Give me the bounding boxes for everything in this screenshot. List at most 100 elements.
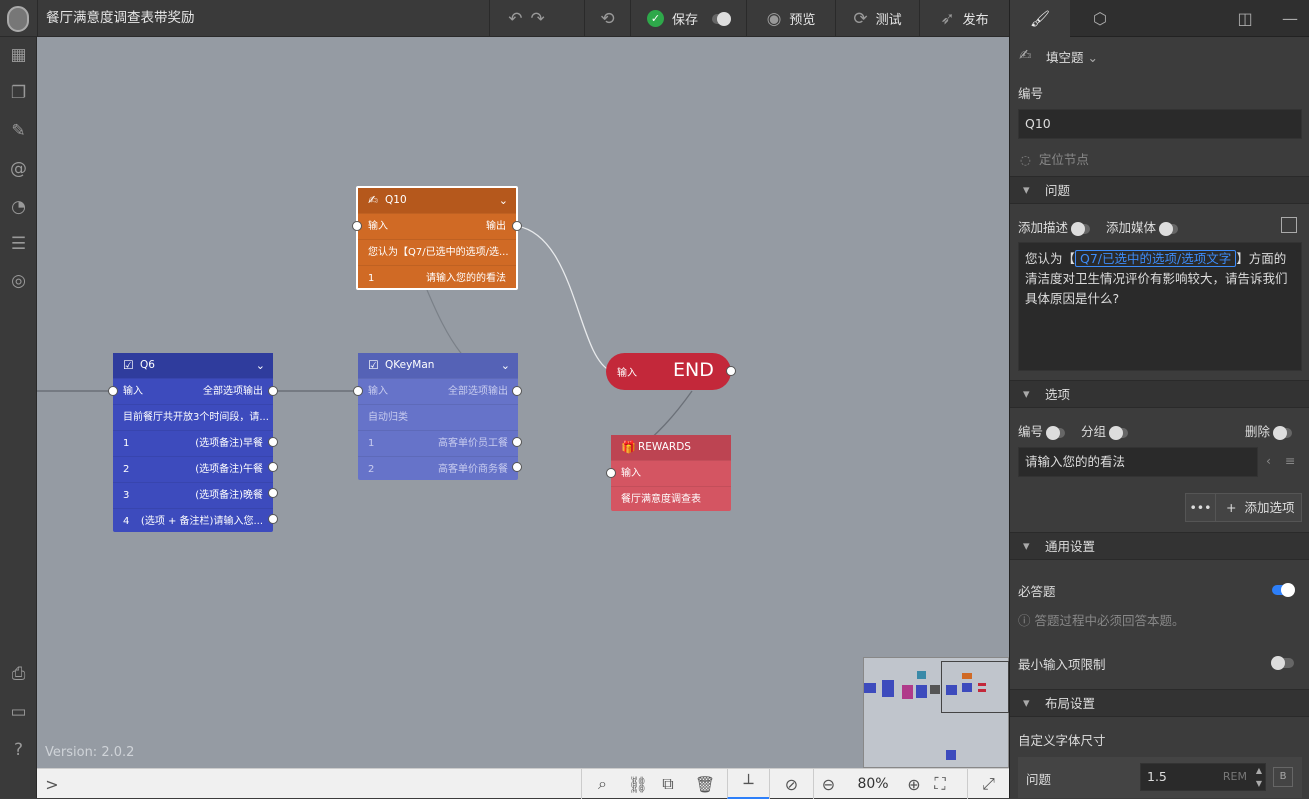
align-icon[interactable]: ┴	[727, 769, 769, 799]
node-rewards[interactable]: 🎁 REWARDS 输入 餐厅满意度调查表	[611, 435, 731, 511]
node-header[interactable]: ✍ Q10 ⌄	[358, 188, 516, 213]
output-port[interactable]	[726, 366, 736, 376]
minimap-viewport[interactable]	[941, 661, 1009, 713]
expand-button[interactable]: >	[37, 769, 67, 799]
save-button[interactable]: ✓ 保存	[630, 0, 746, 37]
redo-icon[interactable]: ↷	[531, 9, 545, 29]
checkbox-icon: ☑	[123, 358, 134, 372]
eyedropper-icon[interactable]: ✎	[0, 121, 37, 141]
chevron-down-icon[interactable]: ⌄	[501, 353, 510, 378]
node-end[interactable]: 输入 END	[606, 353, 731, 390]
number-input[interactable]: Q10	[1018, 109, 1302, 139]
menu-icon[interactable]: ≡	[1285, 453, 1295, 468]
required-toggle[interactable]	[1272, 581, 1295, 597]
bold-toggle[interactable]: B	[1273, 767, 1293, 787]
node-header[interactable]: ☑ Q6 ⌄	[113, 353, 273, 378]
toggle-switch[interactable]	[1159, 221, 1178, 236]
text-align-icon[interactable]: ☰	[0, 234, 37, 254]
input-port[interactable]	[606, 468, 616, 478]
output-port[interactable]	[512, 221, 522, 231]
fullscreen-icon[interactable]: ⤢	[967, 769, 1009, 799]
preview-button[interactable]: ◉ 预览	[746, 0, 835, 37]
zoom-in-icon[interactable]: ⊕	[901, 769, 927, 799]
grid-icon[interactable]: ▦	[0, 45, 37, 65]
search-icon[interactable]: ⌕	[581, 769, 623, 799]
rewards-text: 餐厅满意度调查表	[621, 494, 701, 505]
option-port[interactable]	[512, 437, 522, 447]
publish-button[interactable]: ➶ 发布	[919, 0, 1009, 37]
toggle-switch[interactable]	[1272, 582, 1295, 597]
fit-screen-icon[interactable]: ⛶	[927, 769, 953, 799]
section-layout[interactable]: 布局设置	[1010, 689, 1309, 718]
more-icon[interactable]: •••	[1186, 494, 1216, 521]
flow-canvas[interactable]: ✍ Q10 ⌄ 输入 输出 您认为【Q7/已选中的选项/选... 1 请输入您的的看…	[37, 37, 1009, 768]
chevron-down-icon[interactable]: ⌄	[256, 353, 265, 378]
option-port[interactable]	[268, 488, 278, 498]
folder-icon[interactable]: ▭	[0, 702, 37, 722]
info-icon: ⓘ	[1018, 613, 1031, 628]
brain-icon[interactable]: ◎	[0, 271, 37, 291]
brush-icon[interactable]: 🖌	[1010, 0, 1070, 37]
layers-icon[interactable]: ❐	[0, 83, 37, 103]
add-media-toggle[interactable]: 添加媒体	[1106, 217, 1178, 236]
copy-icon[interactable]: ⧉	[653, 769, 683, 799]
undo-icon[interactable]: ↶	[508, 9, 522, 29]
node-q6[interactable]: ☑ Q6 ⌄ 输入 全部选项输出 目前餐厅共开放3个时间段，请... 1 (选项备注…	[113, 353, 273, 532]
printer-icon[interactable]: ⎙	[0, 664, 37, 684]
node-header[interactable]: 🎁 REWARDS	[611, 435, 731, 460]
input-port[interactable]	[108, 386, 118, 396]
section-general[interactable]: 通用设置	[1010, 532, 1309, 561]
hide-icon[interactable]: ⊘	[769, 769, 813, 799]
expand-checkbox[interactable]	[1281, 217, 1297, 233]
opt-group-toggle[interactable]: 分组	[1081, 421, 1128, 440]
toggle-switch[interactable]	[1046, 425, 1065, 440]
toggle-switch[interactable]	[1273, 425, 1292, 440]
option-port[interactable]	[512, 462, 522, 472]
at-icon[interactable]: @	[0, 159, 37, 179]
variable-tag[interactable]: Q7/已选中的选项/选项文字	[1075, 250, 1237, 267]
split-view-icon[interactable]: ◫	[1225, 0, 1265, 37]
locate-node-button[interactable]: ◌ 定位节点	[1020, 149, 1089, 168]
option-port[interactable]	[268, 514, 278, 524]
option-input[interactable]: 请输入您的的看法	[1018, 447, 1258, 477]
node-q10[interactable]: ✍ Q10 ⌄ 输入 输出 您认为【Q7/已选中的选项/选... 1 请输入您的的看…	[356, 186, 518, 290]
input-port[interactable]	[352, 221, 362, 231]
node-title: QKeyMan	[385, 359, 435, 371]
opt-number-toggle[interactable]: 编号	[1018, 421, 1065, 440]
help-icon[interactable]: ?	[0, 740, 37, 760]
chevron-down-icon[interactable]: ⌄	[499, 188, 508, 213]
test-button[interactable]: ⟳ 测试	[835, 0, 919, 37]
question-type-select[interactable]: 填空题 ⌄	[1046, 47, 1098, 66]
node-qkeyman[interactable]: ☑ QKeyMan ⌄ 输入 全部选项输出 自动归类 1 高客单价员工餐 2 高客单价…	[358, 353, 518, 480]
node-text-row: 目前餐厅共开放3个时间段，请...	[113, 404, 273, 430]
question-size-input[interactable]: 1.5 REM ▲ ▼	[1140, 763, 1266, 791]
reset-button[interactable]: ⟲	[584, 0, 630, 37]
node-header[interactable]: ☑ QKeyMan ⌄	[358, 353, 518, 378]
option-port[interactable]	[268, 462, 278, 472]
minimap[interactable]	[863, 657, 1009, 768]
chevron-left-icon[interactable]: ‹	[1266, 453, 1271, 468]
autosave-toggle[interactable]	[712, 11, 731, 26]
zoom-out-icon[interactable]: ⊖	[813, 769, 843, 799]
section-options[interactable]: 选项	[1010, 380, 1309, 409]
toggle-switch[interactable]	[1271, 655, 1294, 670]
trash-icon[interactable]: 🗑	[683, 769, 727, 799]
toggle-switch[interactable]	[1109, 425, 1128, 440]
question-editor[interactable]: 您认为【 Q7/已选中的选项/选项文字 】方面的清洁度对卫生情况评价有影响较大，请告…	[1018, 242, 1302, 371]
min-input-toggle[interactable]	[1271, 654, 1294, 670]
link-icon[interactable]: ⛓	[623, 769, 653, 799]
section-question[interactable]: 问题	[1010, 176, 1309, 205]
input-port[interactable]	[353, 386, 363, 396]
add-option-button[interactable]: ••• + 添加选项	[1185, 493, 1302, 522]
option-port[interactable]	[268, 437, 278, 447]
minimize-icon[interactable]: —	[1270, 0, 1309, 37]
opt-delete-toggle[interactable]: 删除	[1245, 421, 1292, 440]
output-port[interactable]	[512, 386, 522, 396]
timer-icon[interactable]: ◔	[0, 197, 37, 217]
toggle-switch[interactable]	[1071, 221, 1090, 236]
add-description-toggle[interactable]: 添加描述	[1018, 217, 1090, 236]
cube-icon[interactable]: ⬡	[1070, 0, 1130, 37]
undo-redo-group: ↶ ↷	[489, 0, 563, 37]
output-port[interactable]	[268, 386, 278, 396]
stepper-icon[interactable]: ▲ ▼	[1256, 764, 1262, 790]
